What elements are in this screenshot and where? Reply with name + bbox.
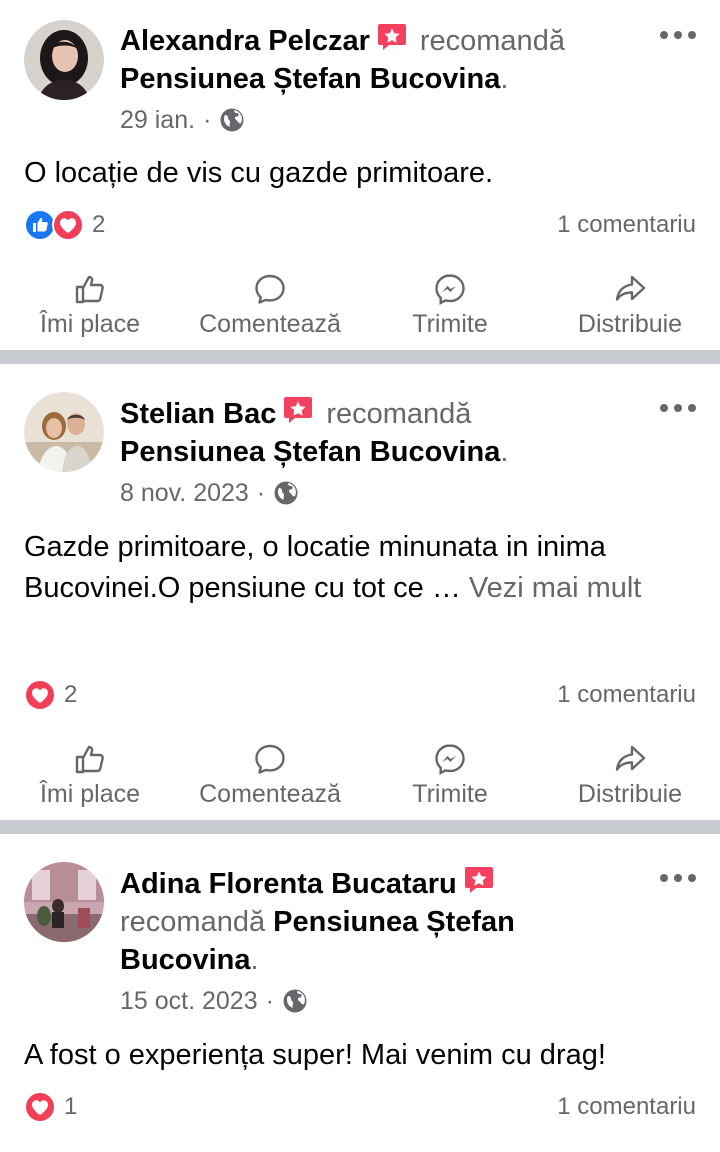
meta-separator: ·	[203, 105, 212, 134]
like-button[interactable]: Îmi place	[0, 742, 180, 822]
post-header: Alexandra Pelczar recomandă Pensiunea Ște…	[120, 21, 640, 98]
post-3: Adina Florenta Bucataru recomandă Pensiu…	[0, 834, 720, 1152]
love-icon	[52, 209, 84, 241]
send-button[interactable]: Trimite	[360, 272, 540, 352]
comment-button[interactable]: Comentează	[180, 742, 360, 822]
reaction-count: 1	[64, 1093, 78, 1120]
action-bar: Îmi place Comentează Trimite Distribuie	[0, 742, 720, 822]
post-date[interactable]: 15 oct. 2023	[120, 987, 258, 1016]
love-icon	[24, 1091, 56, 1123]
page-name-continued[interactable]: Bucovina	[120, 944, 251, 976]
reactions-summary[interactable]: 2	[24, 679, 77, 711]
post-1: Alexandra Pelczar recomandă Pensiunea Ște…	[0, 0, 720, 350]
share-label: Distribuie	[577, 310, 683, 338]
post-2: Stelian Bac recomandă Pensiunea Ștefan Bu…	[0, 364, 720, 820]
send-button[interactable]: Trimite	[360, 742, 540, 822]
post-text: A fost o experiența super! Mai venim cu …	[24, 1039, 606, 1071]
send-label: Trimite	[412, 310, 488, 338]
recommend-icon	[463, 864, 495, 896]
post-text: Gazde primitoare, o locatie minunata in …	[24, 527, 696, 609]
post-header: Adina Florenta Bucataru recomandă Pensiu…	[120, 864, 640, 979]
post-text-line-1: Gazde primitoare, o locatie minunata in …	[24, 531, 606, 563]
more-options-icon[interactable]	[658, 398, 698, 418]
avatar[interactable]	[24, 392, 104, 472]
action-bar: Îmi place Comentează Trimite Distribuie	[0, 272, 720, 352]
comment-icon	[253, 742, 287, 776]
share-icon	[613, 272, 647, 306]
reactions-row: 2 1 comentariu	[24, 208, 696, 242]
recommend-icon	[376, 21, 408, 53]
reactions-summary[interactable]: 1	[24, 1091, 77, 1123]
reaction-count: 2	[92, 211, 106, 238]
author-name[interactable]: Adina Florenta Bucataru	[120, 868, 457, 900]
see-more-link[interactable]: Vezi mai mult	[469, 572, 641, 604]
thumb-up-icon	[73, 742, 107, 776]
author-name[interactable]: Stelian Bac	[120, 398, 276, 430]
globe-icon	[219, 107, 245, 133]
share-label: Distribuie	[577, 780, 683, 808]
page-name[interactable]: Pensiunea Ștefan Bucovina	[120, 436, 500, 468]
post-meta: 15 oct. 2023 ·	[120, 984, 308, 1018]
comment-button[interactable]: Comentează	[180, 272, 360, 352]
comment-label: Comentează	[199, 780, 341, 808]
comments-count[interactable]: 1 comentariu	[557, 681, 696, 709]
avatar[interactable]	[24, 20, 104, 100]
reactions-row: 2 1 comentariu	[24, 678, 696, 712]
comment-icon	[253, 272, 287, 306]
recommends-label: recomandă	[326, 398, 472, 430]
meta-separator: ·	[265, 986, 274, 1015]
share-button[interactable]: Distribuie	[540, 742, 720, 822]
reactions-summary[interactable]: 2	[24, 209, 105, 241]
like-label: Îmi place	[39, 780, 141, 808]
comments-count[interactable]: 1 comentariu	[557, 211, 696, 239]
post-meta: 29 ian. ·	[120, 103, 245, 137]
page-name[interactable]: Pensiunea Ștefan Bucovina	[120, 63, 500, 95]
like-button[interactable]: Îmi place	[0, 272, 180, 352]
post-date[interactable]: 29 ian.	[120, 106, 195, 135]
comment-label: Comentează	[199, 310, 341, 338]
post-separator	[0, 820, 720, 834]
post-meta: 8 nov. 2023 ·	[120, 476, 299, 510]
more-options-icon[interactable]	[658, 25, 698, 45]
avatar[interactable]	[24, 862, 104, 942]
recommends-label: recomandă	[419, 25, 565, 57]
reactions-row: 1 1 comentariu	[24, 1090, 696, 1124]
comments-count[interactable]: 1 comentariu	[557, 1093, 696, 1121]
post-header: Stelian Bac recomandă Pensiunea Ștefan Bu…	[120, 394, 640, 471]
send-label: Trimite	[412, 780, 488, 808]
reaction-count: 2	[64, 681, 78, 708]
globe-icon	[273, 480, 299, 506]
globe-icon	[282, 988, 308, 1014]
period: .	[250, 944, 259, 976]
recommends-label: recomandă	[120, 906, 266, 938]
meta-separator: ·	[256, 478, 266, 507]
period: .	[500, 63, 509, 95]
like-label: Îmi place	[39, 310, 141, 338]
post-date[interactable]: 8 nov. 2023	[120, 479, 249, 508]
messenger-icon	[433, 742, 467, 776]
post-separator	[0, 350, 720, 364]
share-button[interactable]: Distribuie	[540, 272, 720, 352]
more-options-icon[interactable]	[658, 868, 698, 888]
thumb-up-icon	[73, 272, 107, 306]
messenger-icon	[433, 272, 467, 306]
post-text-line-2: Bucovinei.O pensiune cu tot ce …	[24, 572, 469, 604]
post-text: O locație de vis cu gazde primitoare.	[24, 157, 494, 189]
author-name[interactable]: Alexandra Pelczar	[120, 25, 370, 57]
love-icon	[24, 679, 56, 711]
share-icon	[613, 742, 647, 776]
page-name[interactable]: Pensiunea Ștefan	[273, 906, 515, 938]
recommend-icon	[282, 394, 314, 426]
period: .	[500, 436, 509, 468]
